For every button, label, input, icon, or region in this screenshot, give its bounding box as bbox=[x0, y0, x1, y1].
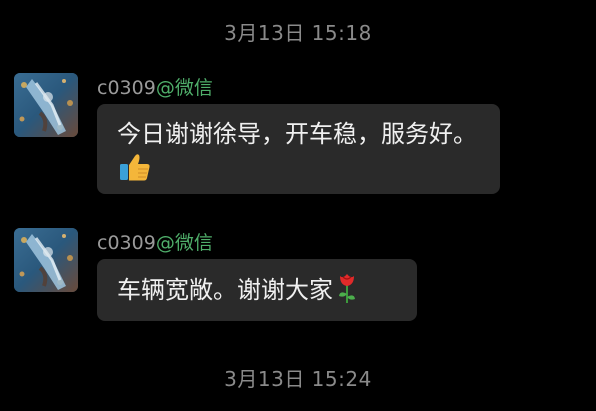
sender-name[interactable]: c0309 bbox=[97, 232, 156, 254]
message-bubble[interactable]: 车辆宽敞。谢谢大家 bbox=[97, 259, 417, 321]
message-bubble[interactable]: 今日谢谢徐导，开车稳，服务好。 bbox=[97, 104, 500, 194]
chat-window: 3月13日 15:18 c0309@微信 今日谢谢徐导，开车稳，服务好。 c03… bbox=[0, 0, 596, 411]
sender-source: @微信 bbox=[155, 77, 213, 99]
avatar-image bbox=[14, 228, 78, 292]
avatar-image bbox=[14, 73, 78, 137]
timestamp-divider: 3月13日 15:18 bbox=[224, 21, 372, 45]
sender-line: c0309@微信 bbox=[97, 76, 213, 100]
rose-icon bbox=[335, 272, 359, 313]
avatar[interactable] bbox=[14, 73, 78, 137]
thumbs-up-icon bbox=[119, 152, 151, 191]
sender-source: @微信 bbox=[155, 232, 213, 254]
timestamp-divider: 3月13日 15:24 bbox=[224, 367, 372, 391]
message-text: 今日谢谢徐导，开车稳，服务好。 bbox=[117, 120, 477, 148]
message-text: 车辆宽敞。谢谢大家 bbox=[117, 276, 333, 304]
sender-line: c0309@微信 bbox=[97, 231, 213, 255]
sender-name[interactable]: c0309 bbox=[97, 77, 156, 99]
avatar[interactable] bbox=[14, 228, 78, 292]
